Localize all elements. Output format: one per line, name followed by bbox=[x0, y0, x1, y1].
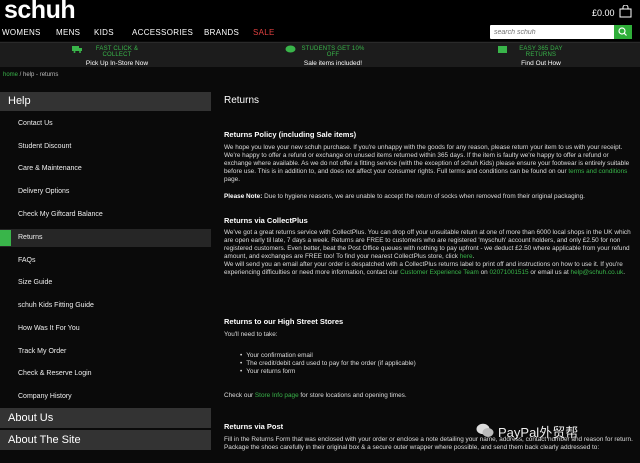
high-street-heading: Returns to our High Street Stores bbox=[224, 317, 344, 326]
help-sidebar: Help Contact Us Student Discount Care & … bbox=[0, 92, 211, 450]
collectplus-text: We've got a great returns service with C… bbox=[224, 229, 631, 260]
sidebar-item-track-order[interactable]: Track My Order bbox=[0, 343, 211, 361]
promo-title: FAST CLICK & COLLECT bbox=[95, 46, 139, 58]
nav-sale[interactable]: SALE bbox=[253, 28, 275, 37]
nav-accessories[interactable]: ACCESSORIES bbox=[132, 28, 193, 37]
sidebar-item-size-guide[interactable]: Size Guide bbox=[0, 274, 211, 292]
sidebar-item-label: schuh Kids Fitting Guide bbox=[18, 302, 94, 309]
sidebar-item-reserve-login[interactable]: Check & Reserve Login bbox=[0, 365, 211, 383]
breadcrumb-home[interactable]: home bbox=[3, 72, 18, 78]
store-info-text-end: for store locations and opening times. bbox=[300, 392, 407, 399]
piggy-bank-icon bbox=[285, 45, 296, 53]
sidebar-item-contact-us[interactable]: Contact Us bbox=[0, 115, 211, 133]
sidebar-item-faqs[interactable]: FAQs bbox=[0, 252, 211, 270]
promo-strip: FAST CLICK & COLLECT Pick Up In-Store No… bbox=[0, 42, 640, 67]
sidebar-item-label: Returns bbox=[18, 234, 43, 241]
sidebar-heading[interactable]: Help bbox=[0, 92, 211, 111]
sidebar-about-us[interactable]: About Us bbox=[0, 408, 211, 428]
wechat-icon bbox=[476, 423, 494, 437]
sidebar-item-label: Contact Us bbox=[18, 120, 53, 127]
sidebar-item-label: Check My Giftcard Balance bbox=[18, 211, 103, 218]
promo-subtitle: Find Out How bbox=[521, 60, 561, 67]
nav-kids[interactable]: KIDS bbox=[94, 28, 114, 37]
sidebar-item-label: Size Guide bbox=[18, 279, 53, 286]
sidebar-item-student-discount[interactable]: Student Discount bbox=[0, 138, 211, 156]
note-paragraph: Please Note: Due to hygiene reasons, we … bbox=[224, 193, 634, 201]
promo-returns[interactable]: EASY 365 DAY RETURNS Find Out How bbox=[507, 46, 575, 67]
list-item: The credit/debit card used to pay for th… bbox=[240, 360, 415, 368]
collectplus-heading: Returns via CollectPlus bbox=[224, 216, 308, 225]
sidebar-footer-label: About The Site bbox=[8, 434, 81, 446]
returns-requirements-list: Your confirmation email The credit/debit… bbox=[240, 352, 416, 376]
sidebar-item-delivery[interactable]: Delivery Options bbox=[0, 183, 211, 201]
phone-link[interactable]: 02071001515 bbox=[490, 269, 529, 276]
promo-click-collect[interactable]: FAST CLICK & COLLECT Pick Up In-Store No… bbox=[82, 46, 152, 67]
nav-womens[interactable]: WOMENS bbox=[2, 28, 41, 37]
sidebar-item-label: Check & Reserve Login bbox=[18, 370, 92, 377]
terms-link[interactable]: terms and conditions bbox=[568, 168, 627, 175]
store-info-link[interactable]: Store Info page bbox=[255, 392, 299, 399]
promo-students[interactable]: STUDENTS GET 10% OFF Sale items included… bbox=[296, 46, 370, 67]
collectplus-or: or email us at bbox=[530, 269, 569, 276]
search-input[interactable] bbox=[494, 27, 606, 37]
note-label: Please Note: bbox=[224, 193, 263, 200]
collectplus-paragraph: We've got a great returns service with C… bbox=[224, 229, 631, 276]
sidebar-item-label: FAQs bbox=[18, 257, 36, 264]
sidebar-item-company-history[interactable]: Company History bbox=[0, 388, 211, 406]
sidebar-about-site[interactable]: About The Site bbox=[0, 430, 211, 450]
customer-team-link[interactable]: Customer Experience Team bbox=[400, 269, 479, 276]
sidebar-footer-label: About Us bbox=[8, 412, 54, 424]
sidebar-item-label: Track My Order bbox=[18, 348, 67, 355]
sidebar-item-label: Care & Maintenance bbox=[18, 165, 82, 172]
promo-subtitle: Pick Up In-Store Now bbox=[85, 60, 149, 67]
active-indicator bbox=[0, 230, 11, 246]
sidebar-item-giftcard[interactable]: Check My Giftcard Balance bbox=[0, 206, 211, 224]
nav-mens[interactable]: MENS bbox=[56, 28, 80, 37]
breadcrumb: home / help - returns bbox=[3, 72, 58, 78]
search-icon bbox=[618, 27, 627, 36]
post-heading: Returns via Post bbox=[224, 422, 284, 431]
note-text: Due to hygiene reasons, we are unable to… bbox=[264, 193, 585, 200]
collectplus-here-link[interactable]: here bbox=[460, 253, 473, 260]
page-title: Returns bbox=[224, 95, 260, 106]
policy-paragraph: We hope you love your new schuh purchase… bbox=[224, 144, 634, 184]
watermark-text: PayPal外贸帮 bbox=[498, 425, 579, 440]
policy-heading: Returns Policy (including Sale items) bbox=[224, 130, 357, 139]
sidebar-item-how-was-it[interactable]: How Was It For You bbox=[0, 320, 211, 338]
high-street-need: You'll need to take: bbox=[224, 331, 278, 338]
breadcrumb-current: / help - returns bbox=[18, 72, 59, 78]
sidebar-item-label: Delivery Options bbox=[18, 188, 70, 195]
sidebar-item-label: Company History bbox=[18, 393, 72, 400]
search-box bbox=[490, 25, 632, 39]
promo-title: STUDENTS GET 10% OFF bbox=[301, 46, 365, 58]
promo-title: EASY 365 DAY RETURNS bbox=[519, 46, 563, 58]
list-item: Your confirmation email bbox=[240, 352, 416, 360]
list-item: Your returns form bbox=[240, 368, 416, 376]
nav-brands[interactable]: BRANDS bbox=[204, 28, 239, 37]
collectplus-on: on bbox=[480, 269, 488, 276]
cart-total[interactable]: £0.00 bbox=[592, 8, 615, 18]
store-info-paragraph: Check our Store Info page for store loca… bbox=[224, 392, 634, 400]
email-link[interactable]: help@schuh.co.uk bbox=[571, 269, 624, 276]
shopping-bag-icon[interactable] bbox=[619, 5, 632, 18]
sidebar-item-care[interactable]: Care & Maintenance bbox=[0, 160, 211, 178]
promo-subtitle: Sale items included! bbox=[303, 60, 363, 67]
sidebar-item-kids-fitting[interactable]: schuh Kids Fitting Guide bbox=[0, 297, 211, 315]
schuh-logo[interactable]: schuh bbox=[4, 0, 76, 25]
sidebar-item-label: How Was It For You bbox=[18, 325, 80, 332]
policy-text-end: page. bbox=[224, 176, 240, 183]
sidebar-item-label: Student Discount bbox=[18, 143, 72, 150]
top-bar: schuh £0.00 bbox=[0, 0, 640, 24]
sidebar-item-returns[interactable]: Returns bbox=[0, 229, 211, 247]
search-button[interactable] bbox=[614, 25, 632, 39]
store-info-text: Check our bbox=[224, 392, 254, 399]
